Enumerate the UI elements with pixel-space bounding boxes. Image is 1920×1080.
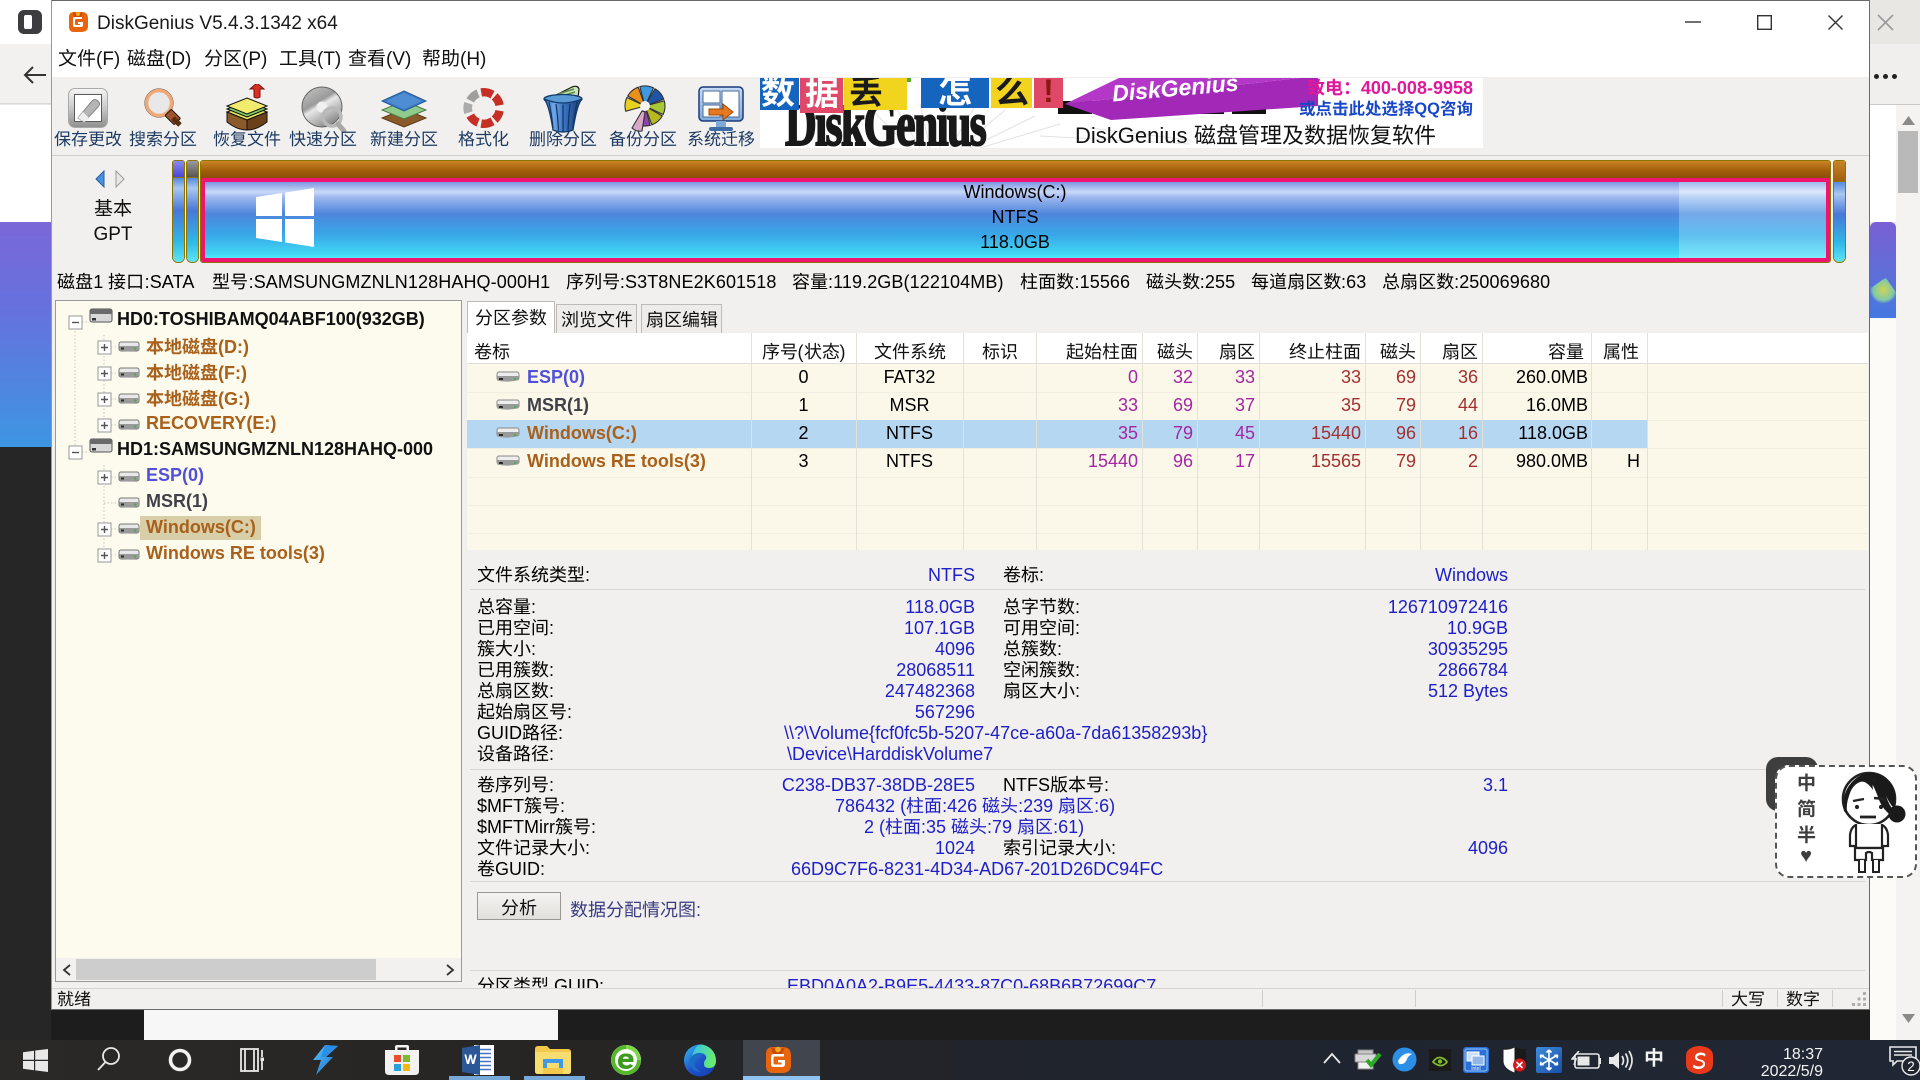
svg-text:2: 2 bbox=[1907, 1059, 1915, 1074]
svg-text:intel: intel bbox=[1471, 1066, 1480, 1072]
